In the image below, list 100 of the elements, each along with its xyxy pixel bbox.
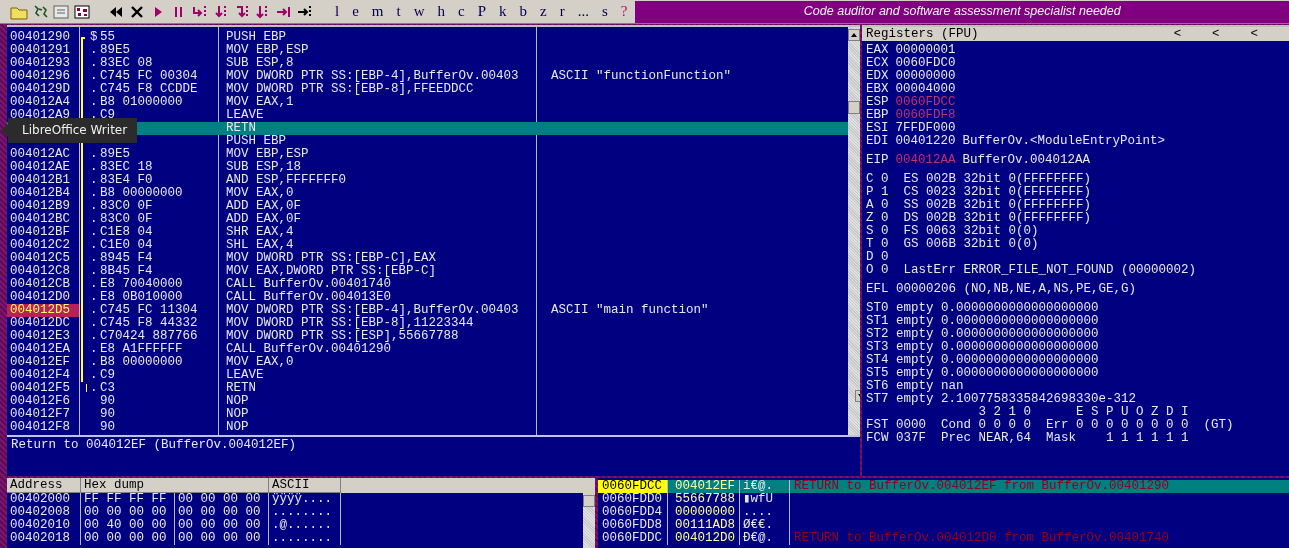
address-text: 004012F5 — [10, 381, 70, 395]
disassembly-row[interactable]: 004012EA . E8 A1FFFFFF CALL BufferOv.00401290 — [7, 343, 848, 356]
hex-bytes: C1E0 04 — [100, 239, 153, 252]
arrow-button[interactable]: < — [1212, 27, 1251, 41]
scrollbar[interactable] — [848, 27, 860, 435]
stack-row[interactable]: 0060FDD8 00111AD8 Ø€€. — [598, 519, 1289, 532]
arrow-button[interactable]: < — [1173, 27, 1213, 41]
line-mark: . — [90, 277, 98, 291]
disassembly-row[interactable]: 004012B1 . 83E4 F0 AND ESP,FFFFFFF0 — [7, 174, 848, 187]
stack-row[interactable]: 0060FDD4 00000000 .... — [598, 506, 1289, 519]
toolbar-button[interactable]: h — [432, 3, 451, 20]
disassembly-row[interactable]: 004012F5 . C3 RETN — [7, 382, 848, 395]
instruction-text: PUSH EBP — [226, 31, 286, 44]
address-text: 004012A4 — [10, 95, 70, 109]
hex-bytes: 90 — [100, 408, 115, 421]
disassembly-row[interactable]: 004012F6 90 NOP — [7, 395, 848, 408]
line-mark: $ — [90, 30, 98, 44]
toolbar-button[interactable]: z — [535, 3, 552, 20]
disassembly-row[interactable]: 0040129D . C745 F8 CCDDE MOV DWORD PTR SS:[EBP-8],FFEEDDCC — [7, 83, 848, 96]
close-icon[interactable] — [128, 3, 146, 20]
register-value[interactable]: 0060FDC0 — [895, 57, 956, 70]
scroll-up-icon[interactable] — [848, 29, 860, 41]
register-comment: BufferOv.004012AA — [962, 154, 1091, 167]
register-value[interactable]: 00000000 — [895, 70, 956, 83]
toolbar-button[interactable]: P — [472, 3, 492, 20]
toolbar-button[interactable]: r — [554, 3, 570, 20]
flag-line: T 0 GS 006B 32bit 0(0) — [866, 238, 1039, 251]
register-value[interactable]: 00000001 — [895, 44, 956, 57]
disassembly-row[interactable]: 004012F4 . C9 LEAVE — [7, 369, 848, 382]
disassembly-row[interactable]: 004012D5 . C745 FC 11304 MOV DWORD PTR SS:[EBP-4],BufferOv.00403 ASCII "main function" — [7, 304, 848, 317]
disassembly-row[interactable]: 004012AC . 89E5 MOV EBP,ESP — [7, 148, 848, 161]
stack-value: 00111AD8 — [668, 519, 740, 532]
hex-bytes: 00 40 00 00 — [81, 519, 175, 532]
column-header[interactable]: ASCII — [269, 478, 341, 493]
stack-row[interactable]: 0060FDCC 004012EF i€@. RETURN to BufferOv.004012EF from BufferOv.00401290 — [598, 480, 1289, 493]
disassembly-row[interactable]: 00401291 . 89E5 MOV EBP,ESP — [7, 44, 848, 57]
toolbar-button[interactable]: l — [330, 3, 345, 20]
scroll-thumb[interactable] — [583, 495, 595, 507]
disassembly-row[interactable]: 004012BF . C1E8 04 SHR EAX,4 — [7, 226, 848, 239]
disassembly-row[interactable]: 004012AE . 83EC 18 SUB ESP,18 — [7, 161, 848, 174]
toolbar-button[interactable]: ... — [572, 3, 594, 20]
arrow-button[interactable]: < — [1250, 27, 1289, 41]
hex-bytes: E8 70040000 — [100, 278, 183, 291]
disassembly-row[interactable]: 004012EF . B8 00000000 MOV EAX,0 — [7, 356, 848, 369]
register-value[interactable]: 7FFDF000 — [895, 122, 956, 135]
disassembly-row[interactable]: 004012DC . C745 F8 44332 MOV DWORD PTR SS:[EBP-8],11223344 — [7, 317, 848, 330]
hex-bytes: 8B45 F4 — [100, 265, 153, 278]
hex-bytes: FF FF FF FF — [81, 493, 175, 506]
address-text: 004012EA — [10, 342, 70, 356]
register-name: EBX — [866, 83, 889, 96]
flag-line: A 0 SS 002B 32bit 0(FFFFFFFF) — [866, 199, 1092, 212]
address-text: 004012BC — [10, 212, 70, 226]
disassembly-row[interactable]: 004012BC . 83C0 0F ADD EAX,0F — [7, 213, 848, 226]
register-value[interactable]: 00401220 — [895, 135, 956, 148]
toolbar-button[interactable]: e — [347, 3, 364, 20]
register-value[interactable]: 00004000 — [895, 83, 956, 96]
instruction-text: NOP — [226, 421, 249, 434]
disassembly-row[interactable]: 00401296 . C745 FC 00304 MOV DWORD PTR SS:[EBP-4],BufferOv.00403 ASCII "functionFunction" — [7, 70, 848, 83]
instruction-text: CALL BufferOv.00401740 — [226, 278, 392, 291]
address-text: 004012EF — [10, 355, 70, 369]
toolbar-button[interactable]: t — [391, 3, 406, 20]
disassembly-row[interactable]: 00401293 . 83EC 08 SUB ESP,8 — [7, 57, 848, 70]
line-mark: . — [90, 251, 98, 265]
flag-line: D 0 — [866, 251, 889, 264]
toolbar-button[interactable]: s — [596, 3, 613, 20]
disassembly-row[interactable]: 004012C2 . C1E0 04 SHL EAX,4 — [7, 239, 848, 252]
scroll-thumb[interactable] — [848, 101, 860, 114]
disassembly-row[interactable]: 004012F8 90 NOP — [7, 421, 848, 434]
line-mark: . — [90, 303, 98, 317]
stack-value: 004012D0 — [668, 532, 740, 545]
toolbar-button[interactable]: k — [494, 3, 512, 20]
toolbar-button[interactable]: c — [453, 3, 470, 20]
column-header[interactable]: Address — [7, 478, 81, 493]
disassembly-row[interactable]: 00401290 $ 55 PUSH EBP — [7, 31, 848, 44]
disassembly-row[interactable]: 004012B4 . B8 00000000 MOV EAX,0 — [7, 187, 848, 200]
grid-icon[interactable] — [73, 3, 91, 20]
scrollbar[interactable] — [583, 493, 595, 548]
disassembly-row[interactable]: 004012E3 . C70424 887766 MOV DWORD PTR SS:[ESP],55667788 — [7, 330, 848, 343]
instruction-text: PUSH EBP — [226, 135, 286, 148]
hex-bytes: C9 — [100, 369, 115, 382]
stack-row[interactable]: 0060FDDC 004012D0 Ð€@. RETURN to BufferOv.004012D0 from BufferOv.00401740 — [598, 532, 1289, 545]
toolbar-button[interactable]: m — [366, 3, 389, 20]
fpu-register-line: ST1 empty 0.0000000000000000000 — [866, 315, 1099, 328]
toolbar-button[interactable]: w — [408, 3, 430, 20]
line-mark: . — [90, 147, 98, 161]
disassembly-row[interactable]: 004012B9 . 83C0 0F ADD EAX,0F — [7, 200, 848, 213]
disassembly-row[interactable]: 004012C5 . 8945 F4 MOV DWORD PTR SS:[EBP-C],EAX — [7, 252, 848, 265]
column-header[interactable]: Hex dump — [81, 478, 269, 493]
stack-row[interactable]: 0060FDD0 55667788 ▮wfU — [598, 493, 1289, 506]
disassembly-row[interactable]: 004012CB . E8 70040000 CALL BufferOv.00401740 — [7, 278, 848, 291]
disassembly-row[interactable]: 004012A4 . B8 01000000 MOV EAX,1 — [7, 96, 848, 109]
address-text: 004012C2 — [10, 238, 70, 252]
line-mark: . — [90, 82, 98, 96]
toolbar-button[interactable]: ? — [615, 3, 633, 20]
toolbar-button[interactable]: b — [514, 3, 533, 20]
disassembly-row[interactable]: 004012F7 90 NOP — [7, 408, 848, 421]
disassembly-row[interactable]: 004012C8 . 8B45 F4 MOV EAX,DWORD PTR SS:[EBP-C] — [7, 265, 848, 278]
address-text: 00401291 — [10, 43, 70, 57]
disassembly-row[interactable]: 004012D0 . E8 0B010000 CALL BufferOv.004013E0 — [7, 291, 848, 304]
address-text: 00402000 — [7, 493, 81, 506]
